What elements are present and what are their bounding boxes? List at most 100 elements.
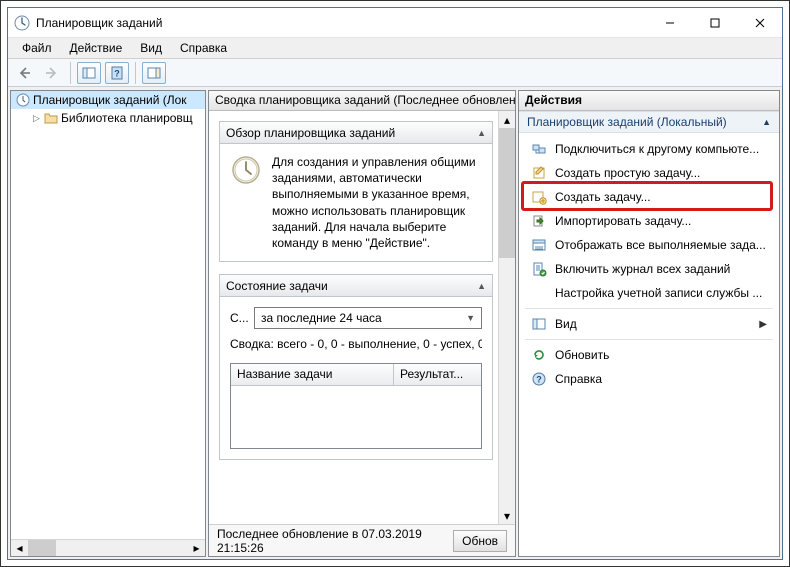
action-item-label: Настройка учетной записи службы ... — [555, 286, 767, 300]
action-item-label: Отображать все выполняемые зада... — [555, 238, 767, 252]
actions-title: Действия — [519, 91, 779, 111]
status-panel-title: Состояние задачи — [226, 279, 328, 293]
nav-back-button[interactable] — [12, 62, 36, 84]
close-button[interactable] — [737, 8, 782, 38]
summary-scrollbar[interactable]: ▴ ▾ — [498, 111, 515, 524]
action-item-help[interactable]: ? Справка — [525, 367, 773, 391]
chevron-down-icon: ▼ — [466, 313, 475, 323]
action-item-label: Вид — [555, 317, 751, 331]
action-item-connect[interactable]: Подключиться к другому компьюте... — [525, 137, 773, 161]
grid-col-name[interactable]: Название задачи — [231, 364, 394, 385]
action-item-label: Импортировать задачу... — [555, 214, 767, 228]
titlebar: Планировщик заданий — [8, 8, 782, 38]
menu-view[interactable]: Вид — [132, 39, 170, 57]
maximize-button[interactable] — [692, 8, 737, 38]
svg-text:?: ? — [536, 375, 542, 385]
task-scheduler-window: Планировщик заданий Файл Действие Вид Сп… — [7, 7, 783, 560]
submenu-arrow-icon: ▶ — [759, 319, 767, 330]
overview-panel-title: Обзор планировщика заданий — [226, 126, 395, 140]
task-grid[interactable]: Название задачи Результат... — [230, 363, 482, 449]
summary-header: Сводка планировщика заданий (Последнее о… — [209, 91, 515, 111]
tree-library[interactable]: ▷ Библиотека планировщ — [11, 109, 205, 127]
last-refresh-label: Последнее обновление в 07.03.2019 21:15:… — [217, 527, 453, 555]
overview-panel: Обзор планировщика заданий ▲ Для создани… — [219, 121, 493, 262]
action-item-label: Обновить — [555, 348, 767, 362]
action-item-label: Создать задачу... — [555, 190, 767, 204]
tree-root[interactable]: Планировщик заданий (Лок — [11, 91, 205, 109]
minimize-button[interactable] — [647, 8, 692, 38]
log-icon — [531, 261, 547, 277]
tree-library-label: Библиотека планировщ — [61, 111, 193, 125]
scroll-thumb[interactable] — [499, 128, 515, 258]
menubar: Файл Действие Вид Справка — [8, 38, 782, 59]
status-panel: Состояние задачи ▲ С... за последние 24 … — [219, 274, 493, 460]
scroll-left-icon[interactable]: ◂ — [11, 540, 28, 556]
action-item-newbasic[interactable]: Создать простую задачу... — [525, 161, 773, 185]
action-item-running[interactable]: Отображать все выполняемые зада... — [525, 233, 773, 257]
show-tree-button[interactable] — [77, 62, 101, 84]
window-title: Планировщик заданий — [36, 16, 162, 30]
tree-root-label: Планировщик заданий (Лок — [33, 93, 187, 107]
status-panel-header[interactable]: Состояние задачи ▲ — [220, 275, 492, 297]
menu-file[interactable]: Файл — [14, 39, 60, 57]
scroll-thumb[interactable] — [28, 540, 56, 556]
navigation-tree[interactable]: Планировщик заданий (Лок ▷ Библиотека пл… — [10, 90, 206, 557]
help-icon: ? — [531, 371, 547, 387]
import-icon — [531, 213, 547, 229]
app-icon — [14, 15, 30, 31]
summary-footer: Последнее обновление в 07.03.2019 21:15:… — [209, 524, 515, 556]
scroll-up-icon[interactable]: ▴ — [499, 111, 515, 128]
nav-forward-button[interactable] — [40, 62, 64, 84]
actions-separator — [525, 339, 773, 340]
actions-list: Подключиться к другому компьюте... Создат… — [519, 133, 779, 395]
scroll-track[interactable] — [56, 540, 188, 556]
grid-col-result[interactable]: Результат... — [394, 364, 481, 385]
actions-subhead[interactable]: Планировщик заданий (Локальный) ▲ — [519, 111, 779, 133]
refresh-icon — [531, 347, 547, 363]
help-button[interactable]: ? — [105, 62, 129, 84]
action-item-label: Подключиться к другому компьюте... — [555, 142, 767, 156]
view-icon — [531, 316, 547, 332]
connect-icon — [531, 141, 547, 157]
actions-separator — [525, 308, 773, 309]
actions-pane: Действия Планировщик заданий (Локальный)… — [518, 90, 780, 557]
action-item-label: Справка — [555, 372, 767, 386]
action-item-view[interactable]: Вид ▶ — [525, 312, 773, 336]
clock-icon — [15, 92, 31, 108]
toolbar-separator — [135, 62, 136, 84]
scroll-down-icon[interactable]: ▾ — [499, 507, 515, 524]
tree-scrollbar[interactable]: ◂ ▸ — [11, 539, 205, 556]
action-item-import[interactable]: Импортировать задачу... — [525, 209, 773, 233]
action-item-refresh[interactable]: Обновить — [525, 343, 773, 367]
clock-large-icon — [230, 154, 262, 251]
status-range-select[interactable]: за последние 24 часа ▼ — [254, 307, 482, 329]
content-area: Планировщик заданий (Лок ▷ Библиотека пл… — [8, 88, 782, 559]
folder-icon — [43, 110, 59, 126]
newtask-icon — [531, 189, 547, 205]
refresh-button[interactable]: Обнов — [453, 530, 507, 552]
show-actions-button[interactable] — [142, 62, 166, 84]
newbasic-icon — [531, 165, 547, 181]
svg-text:?: ? — [114, 68, 120, 78]
action-item-label: Включить журнал всех заданий — [555, 262, 767, 276]
window-controls — [647, 8, 782, 37]
action-item-log[interactable]: Включить журнал всех заданий — [525, 257, 773, 281]
collapse-icon[interactable]: ▲ — [477, 281, 486, 291]
status-range-value: за последние 24 часа — [261, 311, 382, 325]
menu-help[interactable]: Справка — [172, 39, 235, 57]
collapse-icon[interactable]: ▲ — [477, 128, 486, 138]
actions-subhead-label: Планировщик заданий (Локальный) — [527, 115, 727, 129]
overview-panel-header[interactable]: Обзор планировщика заданий ▲ — [220, 122, 492, 144]
status-range-label: С... — [230, 311, 248, 325]
overview-text: Для создания и управления общими задания… — [272, 154, 482, 251]
action-item-newtask[interactable]: Создать задачу... — [525, 185, 773, 209]
collapse-icon: ▲ — [762, 117, 771, 127]
action-item-none[interactable]: Настройка учетной записи службы ... — [525, 281, 773, 305]
toolbar: ? — [8, 59, 782, 87]
scroll-right-icon[interactable]: ▸ — [188, 540, 205, 556]
menu-action[interactable]: Действие — [62, 39, 131, 57]
summary-pane: Сводка планировщика заданий (Последнее о… — [208, 90, 516, 557]
none-icon — [531, 285, 547, 301]
status-summary: Сводка: всего - 0, 0 - выполнение, 0 - у… — [230, 337, 482, 351]
expand-icon[interactable]: ▷ — [33, 113, 41, 124]
